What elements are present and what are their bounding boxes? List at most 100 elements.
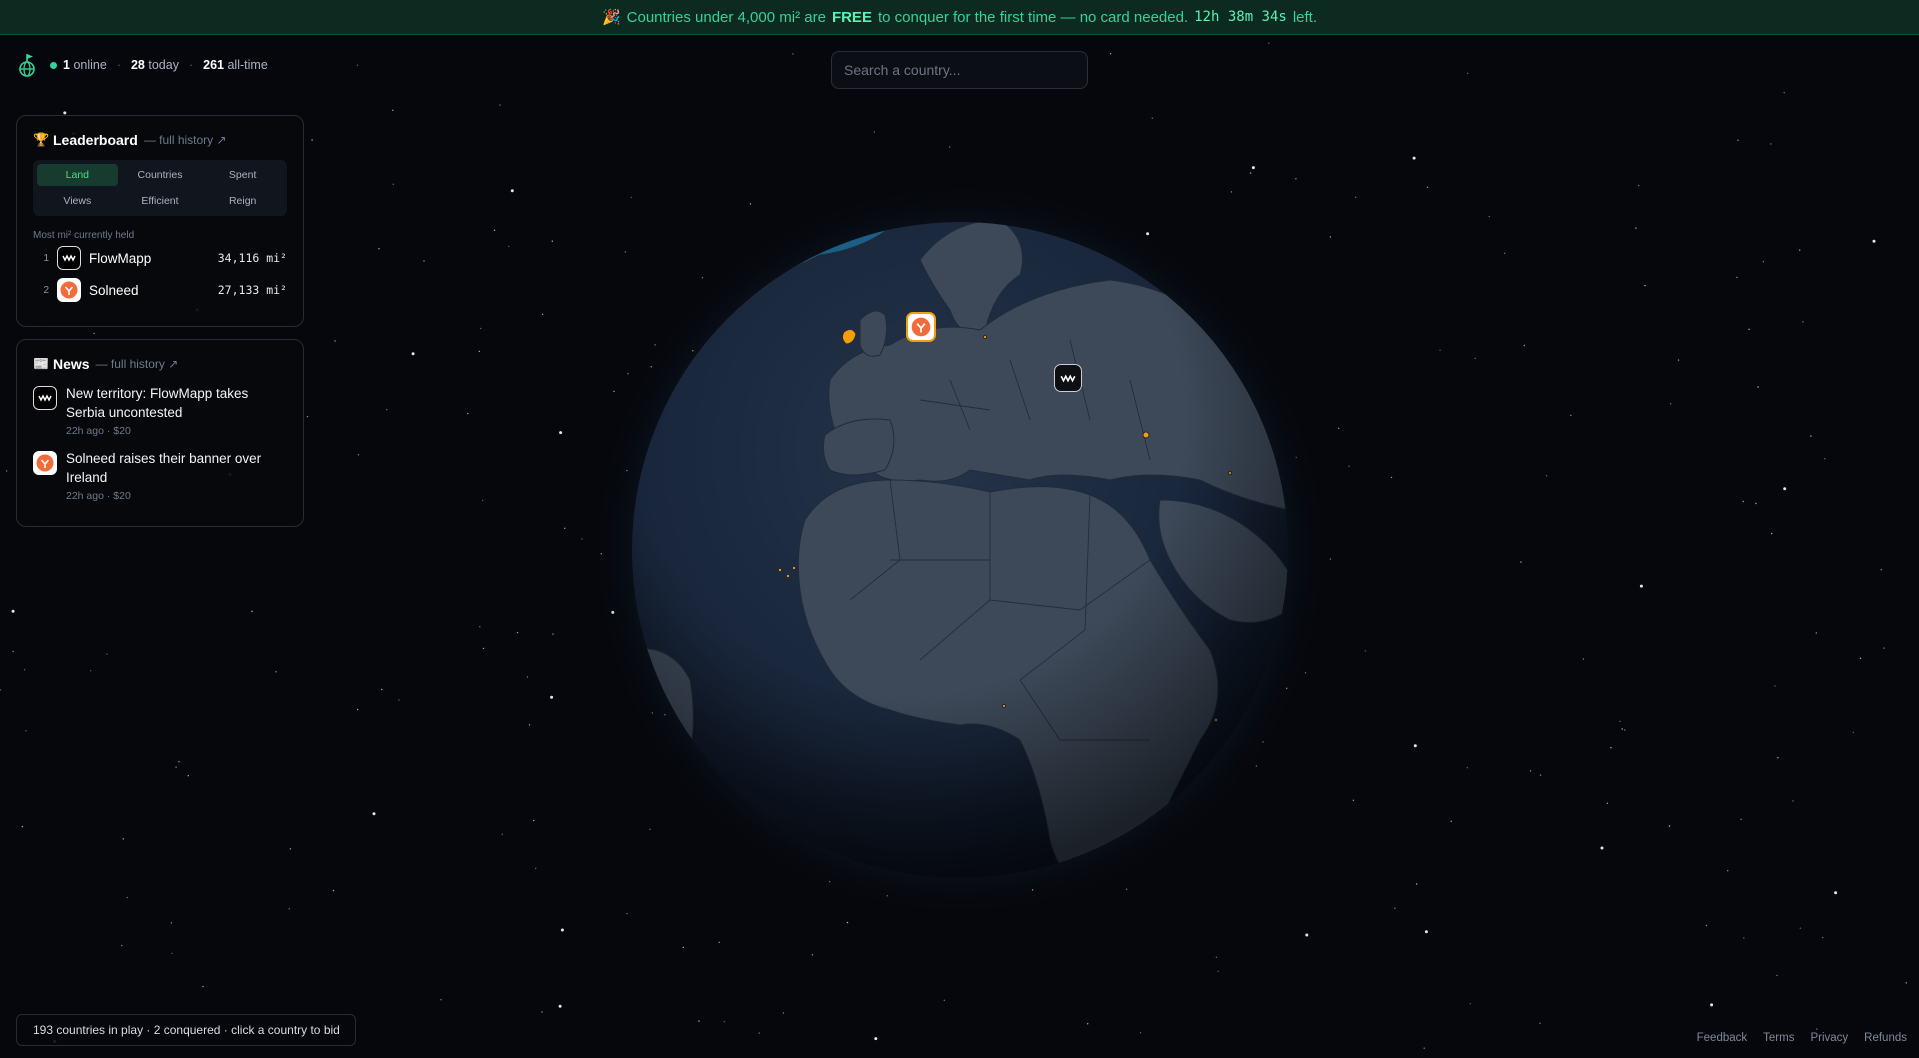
banner-text-after: to conquer for the first time — no card …	[877, 8, 1189, 26]
star	[1364, 650, 1367, 652]
star	[25, 730, 27, 732]
star	[202, 985, 204, 988]
star	[1677, 359, 1680, 361]
feedback-link[interactable]: Feedback	[1697, 1032, 1748, 1044]
star	[306, 415, 309, 418]
star	[1109, 53, 1112, 55]
refunds-link[interactable]: Refunds	[1864, 1032, 1907, 1044]
footer-links: Feedback Terms Privacy Refunds	[1697, 1032, 1907, 1044]
star	[423, 260, 425, 262]
tab-land[interactable]: Land	[37, 164, 118, 186]
flowmapp-serbia-marker[interactable]	[1054, 364, 1082, 392]
star	[1087, 1023, 1089, 1025]
star	[1621, 728, 1623, 730]
terms-link[interactable]: Terms	[1763, 1032, 1794, 1044]
news-header: 📰 News — full history ↗	[33, 356, 287, 372]
world-globe[interactable]	[590, 180, 1330, 920]
star	[5, 470, 8, 472]
star	[698, 1020, 700, 1022]
star	[1348, 465, 1350, 467]
leaderboard-row[interactable]: 1 FlowMapp 34,116 mi²	[33, 243, 287, 273]
star	[508, 245, 510, 248]
star	[334, 340, 336, 342]
star	[1736, 276, 1738, 279]
banner-left: left.	[1292, 8, 1318, 26]
news-text: New territory: FlowMapp takes Serbia unc…	[66, 386, 249, 420]
star	[392, 109, 394, 112]
star	[171, 952, 173, 955]
banner-free-label: FREE	[831, 8, 872, 26]
star	[482, 647, 485, 650]
news-item[interactable]: Solneed raises their banner over Ireland…	[33, 449, 287, 502]
tab-countries[interactable]: Countries	[120, 164, 201, 186]
star	[516, 631, 519, 634]
star	[1439, 349, 1441, 351]
star	[1413, 744, 1417, 748]
news-item[interactable]: New territory: FlowMapp takes Serbia unc…	[33, 384, 287, 437]
flowmapp-logo-icon	[1060, 373, 1076, 383]
star	[1151, 117, 1154, 119]
star	[378, 248, 380, 250]
star	[1737, 139, 1739, 141]
star	[1412, 156, 1416, 160]
news-meta: 22h ago · $20	[66, 490, 131, 502]
star	[106, 653, 108, 655]
star	[175, 766, 177, 768]
star	[479, 626, 481, 628]
globe-flag-logo-icon[interactable]	[18, 52, 40, 78]
tab-efficient[interactable]: Efficient	[120, 190, 201, 212]
star	[1905, 982, 1907, 984]
star	[275, 671, 277, 673]
rank-number: 1	[43, 252, 49, 264]
star	[560, 928, 564, 932]
star	[251, 610, 253, 612]
star	[1600, 846, 1604, 850]
star	[1639, 584, 1643, 588]
tab-spent[interactable]: Spent	[202, 164, 283, 186]
star	[11, 609, 15, 613]
star	[1705, 924, 1708, 927]
star	[552, 633, 554, 635]
star	[1770, 143, 1772, 145]
country-search-input[interactable]	[831, 51, 1088, 89]
star	[357, 454, 360, 456]
star	[121, 944, 123, 947]
star	[481, 499, 484, 502]
star	[1783, 91, 1785, 94]
news-panel: 📰 News — full history ↗ New territory: F…	[16, 339, 304, 527]
star	[1338, 427, 1340, 429]
star	[1727, 870, 1729, 872]
player-value: 27,133 mi²	[217, 283, 287, 297]
star	[1215, 956, 1218, 958]
news-history-link[interactable]: — full history ↗	[96, 357, 179, 371]
star	[411, 352, 415, 356]
star	[535, 867, 537, 870]
star	[23, 669, 26, 671]
star	[1776, 974, 1778, 977]
star	[1799, 249, 1801, 251]
tab-reign[interactable]: Reign	[202, 190, 283, 212]
star	[93, 332, 95, 335]
star	[541, 1011, 543, 1013]
star	[122, 838, 125, 840]
star	[90, 670, 92, 672]
leaderboard-row[interactable]: 2 Solneed 27,133 mi²	[33, 275, 287, 305]
news-text: Solneed raises their banner over Ireland	[66, 451, 262, 485]
star	[1748, 328, 1750, 331]
star	[1821, 936, 1824, 939]
tab-views[interactable]: Views	[37, 190, 118, 212]
leaderboard-history-link[interactable]: — full history ↗	[144, 133, 227, 147]
star	[499, 104, 501, 106]
star	[1416, 883, 1418, 885]
star	[1394, 907, 1396, 909]
star	[356, 64, 359, 66]
star	[949, 146, 951, 148]
star	[1504, 252, 1506, 254]
star	[873, 131, 876, 133]
solneed-ireland-marker[interactable]	[906, 312, 936, 342]
star	[1606, 802, 1609, 804]
star	[1635, 227, 1637, 229]
privacy-link[interactable]: Privacy	[1810, 1032, 1848, 1044]
online-dot-icon	[50, 62, 57, 69]
star	[1880, 569, 1883, 571]
